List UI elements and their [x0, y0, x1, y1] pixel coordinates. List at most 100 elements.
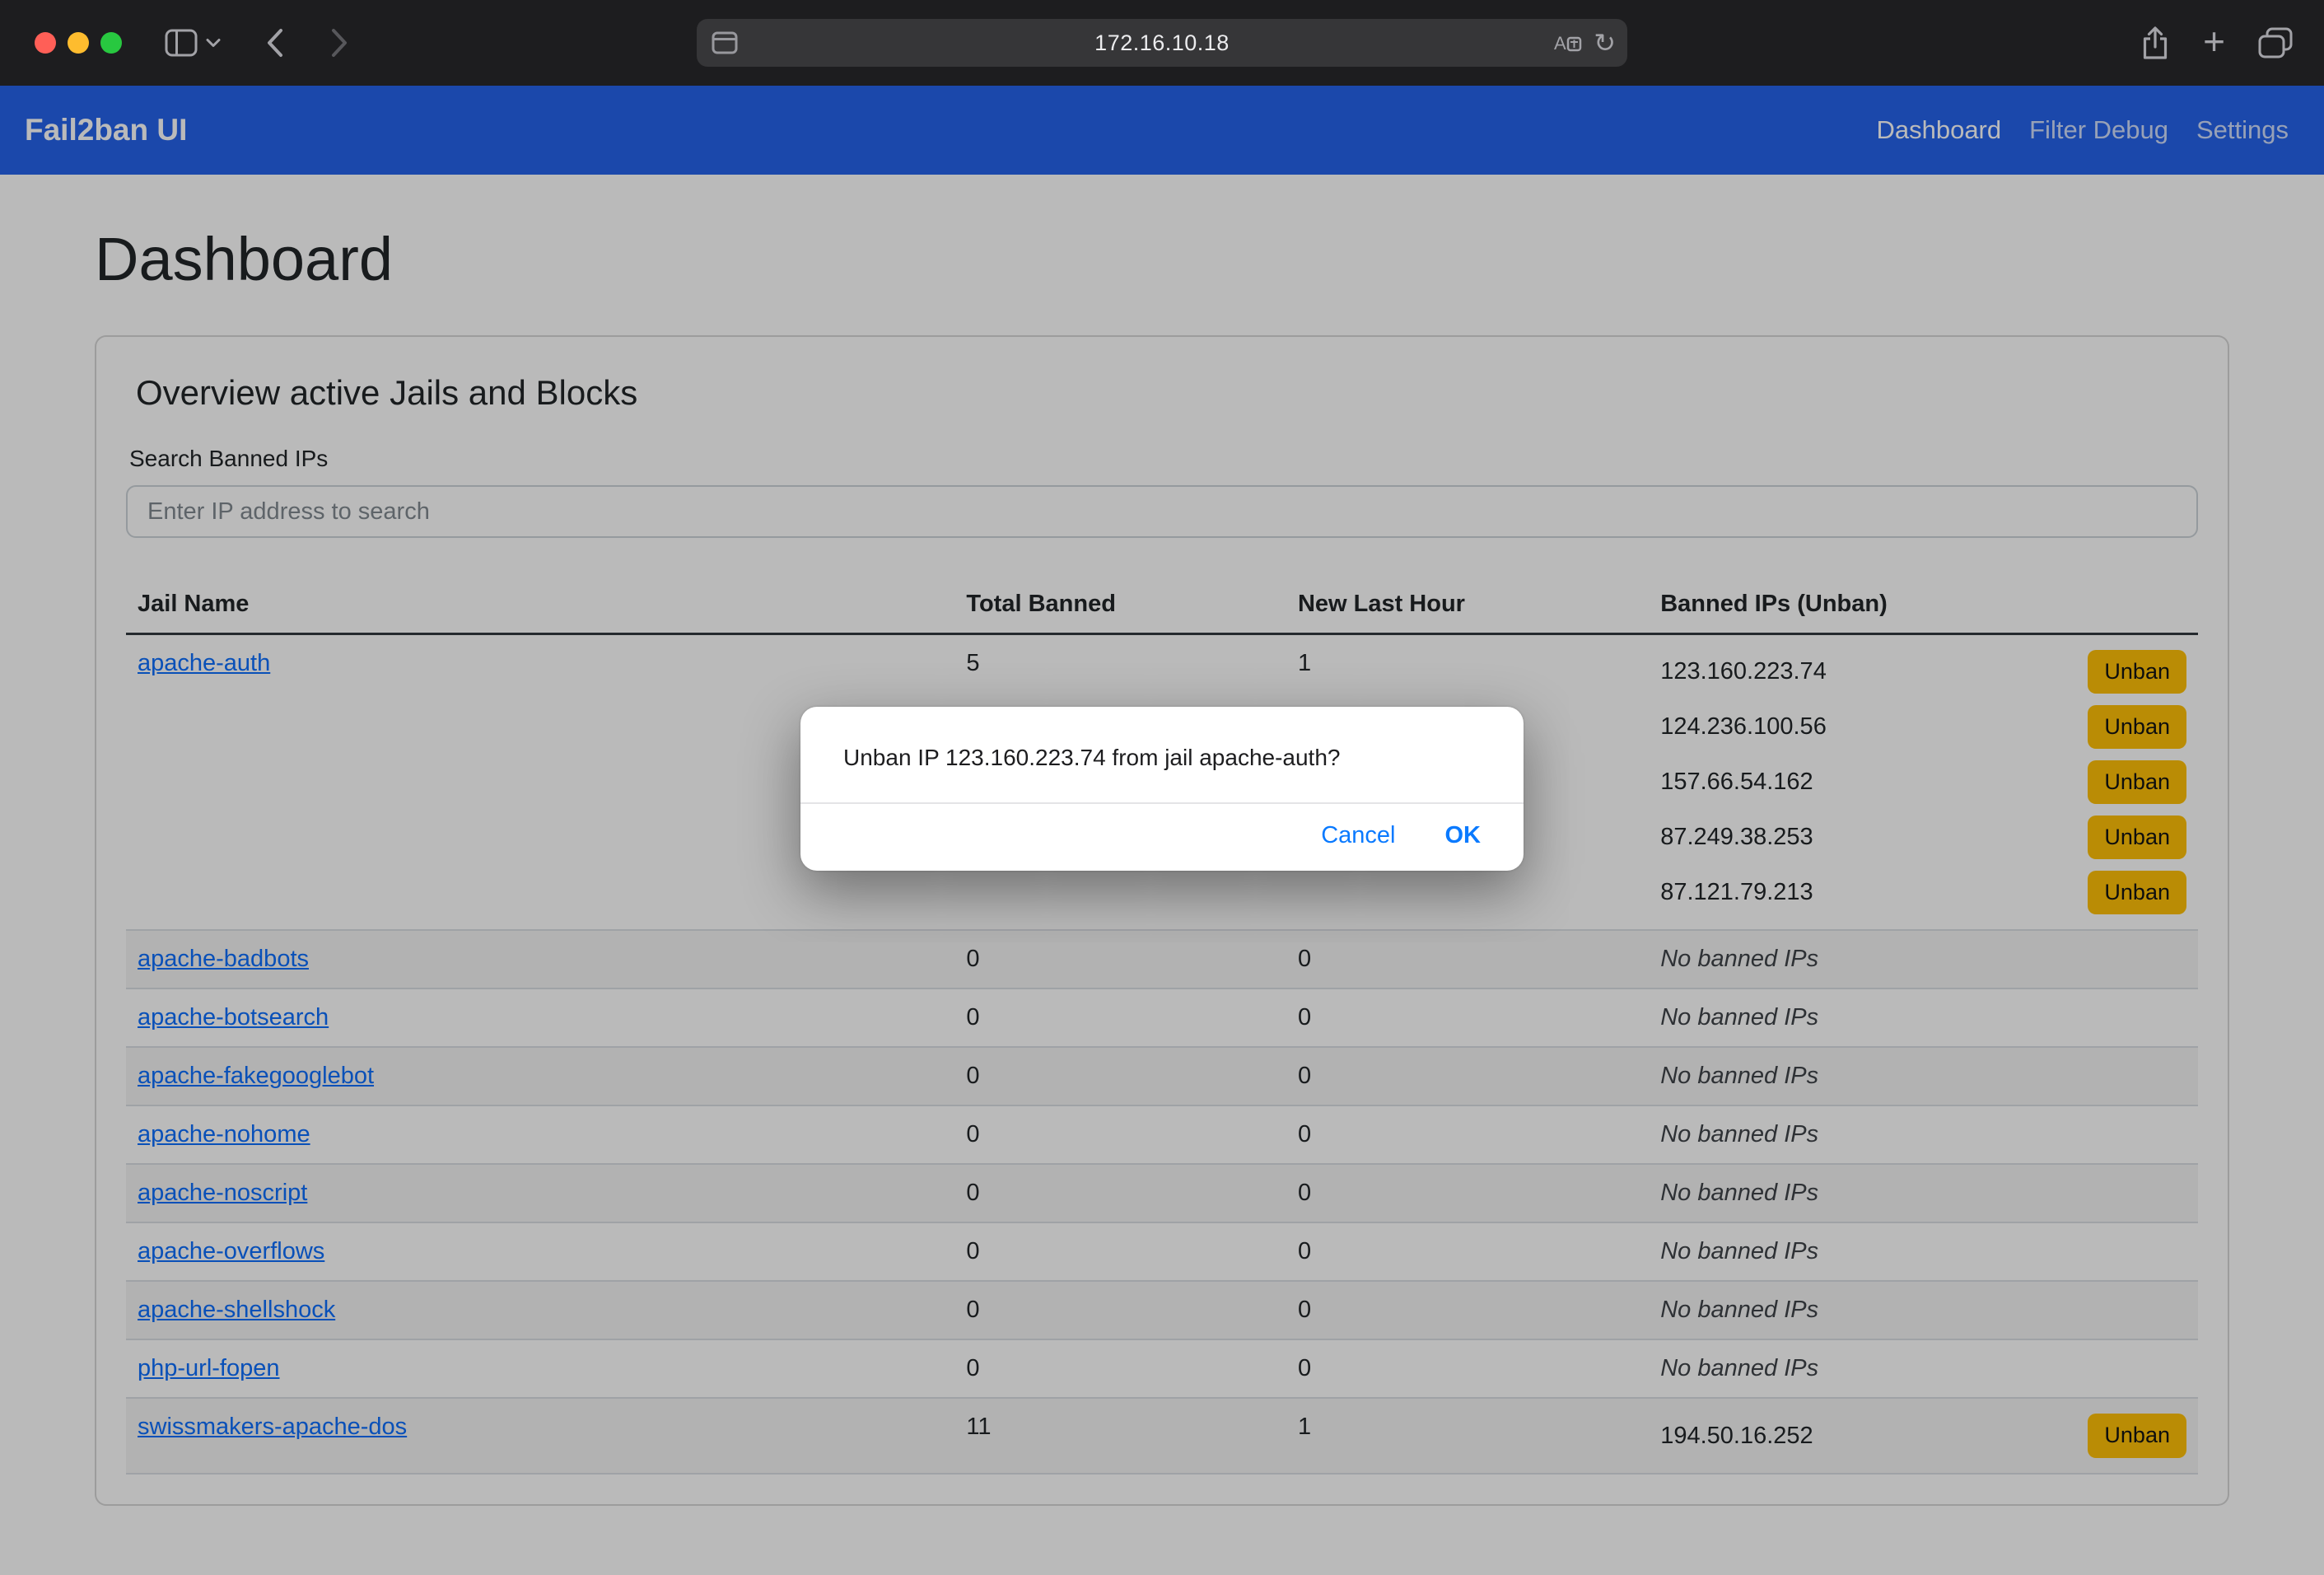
jail-link[interactable]: apache-badbots [138, 946, 309, 972]
chrome-left-controls [0, 27, 349, 58]
table-row: php-url-fopen 0 0 No banned IPs [126, 1339, 2198, 1398]
banned-ip-row: 124.236.100.56 Unban [1660, 705, 2186, 749]
close-window-button[interactable] [35, 32, 56, 54]
total-banned-value: 11 [954, 1398, 1286, 1473]
jails-overview-card: Overview active Jails and Blocks Search … [95, 335, 2229, 1506]
nav-link-settings[interactable]: Settings [2182, 115, 2303, 145]
new-last-hour-value: 0 [1286, 1164, 1649, 1222]
banned-ips-cell: 194.50.16.252 Unban [1649, 1398, 2198, 1473]
header-total-banned: Total Banned [954, 576, 1286, 634]
banned-ip-row: 123.160.223.74 Unban [1660, 650, 2186, 694]
browser-chrome: 172.16.10.18 A ↻ + [0, 0, 2324, 86]
search-input[interactable] [126, 485, 2198, 538]
app-navbar: Fail2ban UI Dashboard Filter Debug Setti… [0, 86, 2324, 175]
new-last-hour-value: 1 [1286, 1398, 1649, 1473]
jail-link[interactable]: apache-shellshock [138, 1297, 335, 1323]
nav-link-filter-debug[interactable]: Filter Debug [2015, 115, 2182, 145]
total-banned-value: 0 [954, 988, 1286, 1047]
jail-link[interactable]: apache-auth [138, 650, 270, 676]
new-last-hour-value: 0 [1286, 988, 1649, 1047]
banned-ips-cell: 123.160.223.74 Unban 124.236.100.56 Unba… [1649, 634, 2198, 931]
total-banned-value: 0 [954, 1047, 1286, 1105]
table-row: apache-fakegooglebot 0 0 No banned IPs [126, 1047, 2198, 1105]
translate-icon[interactable]: A [1552, 30, 1582, 55]
table-row: apache-botsearch 0 0 No banned IPs [126, 988, 2198, 1047]
url-text[interactable]: 172.16.10.18 [697, 30, 1627, 56]
app-brand[interactable]: Fail2ban UI [21, 113, 187, 147]
banned-ip: 124.236.100.56 [1660, 713, 1827, 741]
forward-button[interactable] [329, 27, 349, 58]
banned-ip-row: 87.121.79.213 Unban [1660, 871, 2186, 914]
minimize-window-button[interactable] [68, 32, 89, 54]
total-banned-value: 0 [954, 1281, 1286, 1339]
card-title: Overview active Jails and Blocks [136, 373, 2198, 413]
table-row: apache-nohome 0 0 No banned IPs [126, 1105, 2198, 1164]
table-row: apache-badbots 0 0 No banned IPs [126, 930, 2198, 988]
cancel-button[interactable]: Cancel [1321, 822, 1395, 849]
traffic-lights [35, 32, 122, 54]
search-label: Search Banned IPs [129, 446, 2198, 472]
header-jail-name: Jail Name [126, 576, 954, 634]
dialog-message: Unban IP 123.160.223.74 from jail apache… [800, 707, 1524, 802]
address-bar-actions: A ↻ [1552, 19, 1616, 67]
unban-button[interactable]: Unban [2088, 1414, 2186, 1457]
table-row: apache-noscript 0 0 No banned IPs [126, 1164, 2198, 1222]
chevron-down-icon[interactable] [206, 38, 221, 48]
header-new-last-hour: New Last Hour [1286, 576, 1649, 634]
nav-link-dashboard[interactable]: Dashboard [1862, 115, 2015, 145]
navbar-links: Dashboard Filter Debug Settings [1862, 115, 2303, 145]
total-banned-value: 0 [954, 1164, 1286, 1222]
new-tab-icon[interactable]: + [2203, 22, 2225, 60]
new-last-hour-value: 0 [1286, 1105, 1649, 1164]
no-banned-ips-text: No banned IPs [1660, 1180, 1818, 1206]
banned-ip: 157.66.54.162 [1660, 769, 1813, 796]
ok-button[interactable]: OK [1445, 822, 1482, 849]
svg-text:A: A [1554, 33, 1566, 54]
unban-button[interactable]: Unban [2088, 816, 2186, 859]
reload-icon[interactable]: ↻ [1594, 30, 1616, 56]
chrome-right-controls: + [2140, 0, 2293, 86]
unban-button[interactable]: Unban [2088, 705, 2186, 749]
back-button[interactable] [265, 27, 285, 58]
new-last-hour-value: 0 [1286, 1281, 1649, 1339]
no-banned-ips-text: No banned IPs [1660, 1238, 1818, 1264]
no-banned-ips-text: No banned IPs [1660, 946, 1818, 972]
sidebar-toggle-group [165, 29, 221, 57]
jail-link[interactable]: php-url-fopen [138, 1355, 280, 1381]
jail-link[interactable]: apache-nohome [138, 1121, 310, 1147]
banned-ip: 87.249.38.253 [1660, 824, 1813, 851]
page-format-icon[interactable] [712, 31, 738, 54]
unban-button[interactable]: Unban [2088, 650, 2186, 694]
table-row: apache-shellshock 0 0 No banned IPs [126, 1281, 2198, 1339]
no-banned-ips-text: No banned IPs [1660, 1121, 1818, 1147]
sidebar-toggle-icon[interactable] [165, 29, 198, 57]
jail-link[interactable]: apache-overflows [138, 1238, 324, 1264]
total-banned-value: 0 [954, 1339, 1286, 1398]
address-bar[interactable]: 172.16.10.18 A ↻ [697, 19, 1627, 67]
unban-button[interactable]: Unban [2088, 871, 2186, 914]
header-banned-ips: Banned IPs (Unban) [1649, 576, 2198, 634]
no-banned-ips-text: No banned IPs [1660, 1297, 1818, 1323]
dialog-footer: Cancel OK [800, 804, 1524, 871]
browser-window: 172.16.10.18 A ↻ + Fail2ban UI Dashboard [0, 0, 2324, 1575]
total-banned-value: 0 [954, 1222, 1286, 1281]
banned-ip: 123.160.223.74 [1660, 658, 1827, 685]
no-banned-ips-text: No banned IPs [1660, 1063, 1818, 1089]
jail-link[interactable]: swissmakers-apache-dos [138, 1414, 407, 1440]
zoom-window-button[interactable] [100, 32, 122, 54]
new-last-hour-value: 0 [1286, 1047, 1649, 1105]
tab-overview-icon[interactable] [2258, 27, 2293, 58]
jail-link[interactable]: apache-fakegooglebot [138, 1063, 374, 1089]
table-row: swissmakers-apache-dos 11 1 194.50.16.25… [126, 1398, 2198, 1473]
banned-ip: 87.121.79.213 [1660, 879, 1813, 906]
unban-button[interactable]: Unban [2088, 760, 2186, 804]
new-last-hour-value: 0 [1286, 1339, 1649, 1398]
jail-link[interactable]: apache-noscript [138, 1180, 307, 1206]
banned-ip: 194.50.16.252 [1660, 1423, 1813, 1450]
banned-ip-row: 87.249.38.253 Unban [1660, 816, 2186, 859]
jail-link[interactable]: apache-botsearch [138, 1004, 329, 1031]
share-icon[interactable] [2140, 25, 2170, 61]
confirm-dialog: Unban IP 123.160.223.74 from jail apache… [800, 707, 1524, 871]
table-row: apache-overflows 0 0 No banned IPs [126, 1222, 2198, 1281]
table-header-row: Jail Name Total Banned New Last Hour Ban… [126, 576, 2198, 634]
